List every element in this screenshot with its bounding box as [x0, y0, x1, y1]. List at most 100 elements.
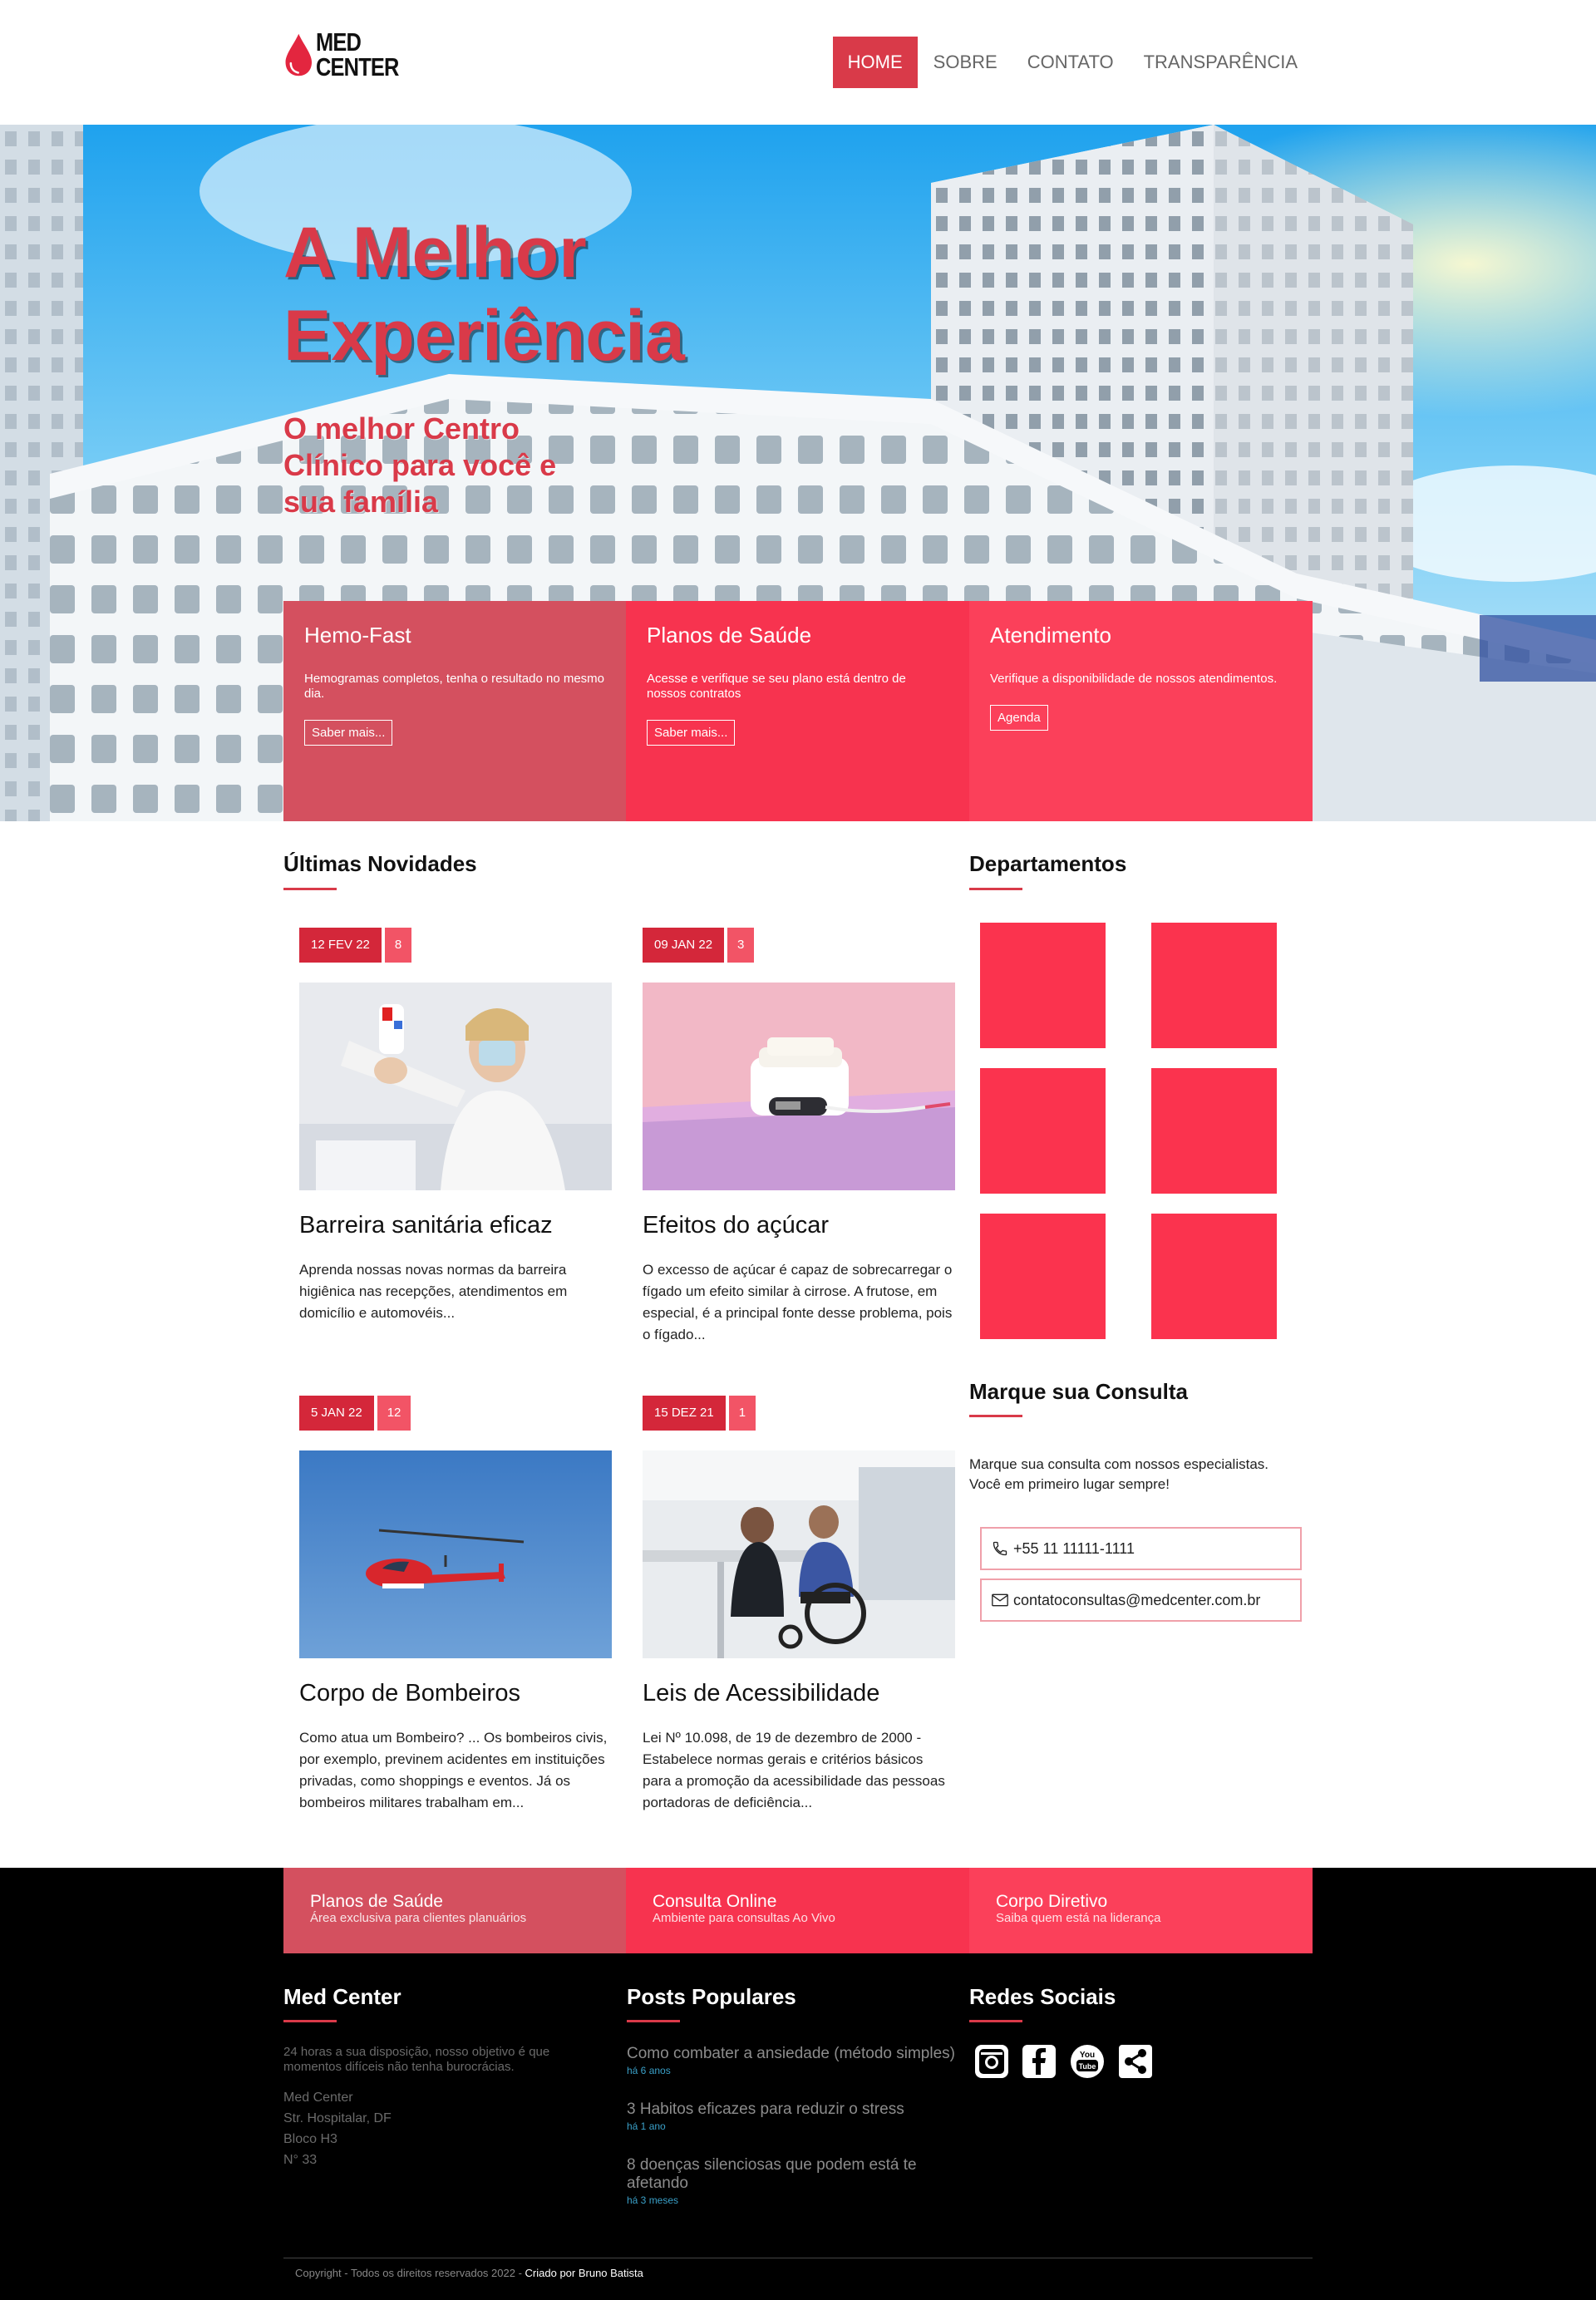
news-comment-count: 8	[384, 928, 412, 963]
department-tile[interactable]	[980, 1214, 1106, 1339]
saber-mais-button[interactable]: Saber mais...	[304, 720, 393, 746]
news-meta: 09 JAN 22 3	[643, 928, 955, 963]
department-tile[interactable]	[980, 923, 1106, 1048]
feature-text: Acesse e verifique se seu plano está den…	[647, 672, 906, 701]
footer-box-subtitle: Área exclusiva para clientes planuários	[310, 1911, 527, 1925]
email-address: contatoconsultas@medcenter.com.br	[1013, 1591, 1261, 1608]
hero-title-line1: A Melhor	[283, 213, 587, 293]
footer-box-corpo-diretivo[interactable]: Corpo Diretivo Saiba quem está na lidera…	[969, 1868, 1313, 1953]
news-comment-count: 1	[728, 1396, 756, 1431]
news-card[interactable]: 5 JAN 22 12 Corpo de Bombeiros Como atua…	[299, 1396, 612, 1814]
credit-link[interactable]: Criado por Bruno Batista	[525, 2267, 643, 2279]
footer-box-consulta-online[interactable]: Consulta Online Ambiente para consultas …	[626, 1868, 969, 1953]
news-excerpt: Aprenda nossas novas normas da barreira …	[299, 1262, 568, 1321]
footer-box-title: Planos de Saúde	[310, 1892, 443, 1911]
consult-text: Marque sua consulta com nossos especiali…	[969, 1456, 1269, 1492]
address-line: Med Center	[283, 2091, 353, 2105]
copyright-notice: Copyright - Todos os direitos reservados…	[295, 2267, 522, 2279]
feature-title: Atendimento	[990, 623, 1111, 648]
popular-post[interactable]: 3 Habitos eficazes para reduzir o stress…	[627, 2101, 959, 2132]
logo-line1: MED	[315, 27, 362, 57]
news-section-title: Últimas Novidades	[283, 851, 477, 876]
site-logo[interactable]: MED CENTER	[283, 20, 416, 90]
nav-home[interactable]: HOME	[832, 37, 918, 88]
news-card[interactable]: 09 JAN 22 3 Efeitos do açúcar O excesso …	[643, 928, 955, 1346]
news-card[interactable]: 15 DEZ 21 1 Leis de Acessibilidade Lei N…	[643, 1396, 955, 1814]
feature-atendimento: Atendimento Verifique a disponibilidade …	[969, 601, 1313, 821]
footer-box-subtitle: Saiba quem está na liderança	[996, 1911, 1161, 1925]
feature-title: Planos de Saúde	[647, 623, 812, 648]
copyright-text: Copyright - Todos os direitos reservados…	[295, 2267, 643, 2279]
instagram-icon[interactable]	[973, 2043, 1010, 2080]
popular-post-title[interactable]: 8 doenças silenciosas que podem está te …	[627, 2156, 959, 2193]
nav-about[interactable]: SOBRE	[919, 37, 1012, 88]
news-image-thermometer[interactable]	[299, 983, 612, 1190]
popular-post-title[interactable]: 3 Habitos eficazes para reduzir o stress	[627, 2101, 959, 2119]
feature-text: Hemogramas completos, tenha o resultado …	[304, 672, 605, 701]
department-tile[interactable]	[1151, 923, 1277, 1048]
consult-section-title: Marque sua Consulta	[969, 1379, 1188, 1404]
popular-post[interactable]: 8 doenças silenciosas que podem está te …	[627, 2156, 959, 2206]
popular-post-date: há 3 meses	[627, 2194, 679, 2206]
footer-about-underline	[283, 2020, 337, 2022]
footer-about-text: 24 horas a sua disposição, nosso objetiv…	[283, 2045, 550, 2074]
nav-transparency[interactable]: TRANSPARÊNCIA	[1129, 37, 1313, 88]
news-meta: 15 DEZ 21 1	[643, 1396, 955, 1431]
saber-mais-button[interactable]: Saber mais...	[647, 720, 736, 746]
news-date-badge: 15 DEZ 21	[643, 1396, 726, 1431]
footer-posts-title: Posts Populares	[627, 1984, 796, 2009]
site-footer: Planos de Saúde Área exclusiva para clie…	[0, 1868, 1596, 2300]
department-tile[interactable]	[1151, 1214, 1277, 1339]
feature-hemo-fast: Hemo-Fast Hemogramas completos, tenha o …	[283, 601, 626, 821]
news-title[interactable]: Efeitos do açúcar	[643, 1212, 955, 1239]
news-card[interactable]: 12 FEV 22 8 Barreira sanitária eficaz Ap…	[299, 928, 612, 1324]
nav-contact[interactable]: CONTATO	[1012, 37, 1129, 88]
logo-text: MED CENTER	[315, 27, 399, 81]
feature-text: Verifique a disponibilidade de nossos at…	[990, 672, 1278, 686]
news-image-wheelchair[interactable]	[643, 1450, 955, 1658]
phone-icon	[993, 1541, 1007, 1556]
popular-post[interactable]: Como combater a ansiedade (método simple…	[627, 2045, 959, 2076]
agenda-button[interactable]: Agenda	[990, 705, 1048, 731]
departments-section-title: Departamentos	[969, 851, 1127, 876]
news-excerpt: O excesso de açúcar é capaz de sobrecarr…	[643, 1262, 953, 1342]
share-icon[interactable]	[1117, 2043, 1154, 2080]
svg-text:Tube: Tube	[1079, 2062, 1096, 2071]
footer-box-title: Consulta Online	[653, 1892, 777, 1911]
department-tile[interactable]	[1151, 1068, 1277, 1194]
consult-title-underline	[969, 1415, 1022, 1417]
hero-subtitle: O melhor Centro Clínico para você e sua …	[283, 411, 557, 519]
footer-box-planos[interactable]: Planos de Saúde Área exclusiva para clie…	[283, 1868, 626, 1953]
news-meta: 12 FEV 22 8	[299, 928, 612, 963]
news-excerpt: Como atua um Bombeiro? ... Os bombeiros …	[299, 1730, 608, 1810]
address-line: Bloco H3	[283, 2132, 337, 2146]
youtube-icon[interactable]: You Tube	[1069, 2043, 1106, 2080]
logo-line2: CENTER	[315, 52, 399, 81]
news-title[interactable]: Corpo de Bombeiros	[299, 1680, 612, 1707]
news-comment-count: 12	[377, 1396, 411, 1431]
news-title[interactable]: Leis de Acessibilidade	[643, 1680, 955, 1707]
news-image-helicopter[interactable]	[299, 1450, 612, 1658]
footer-feature-boxes: Planos de Saúde Área exclusiva para clie…	[283, 1868, 1313, 1953]
news-comment-count: 3	[727, 928, 755, 963]
envelope-icon	[992, 1593, 1008, 1607]
footer-about-title: Med Center	[283, 1984, 401, 2009]
departments-title-underline	[969, 888, 1022, 890]
facebook-icon[interactable]	[1021, 2043, 1057, 2080]
news-date-badge: 5 JAN 22	[299, 1396, 374, 1431]
feature-planos-saude: Planos de Saúde Acesse e verifique se se…	[626, 601, 969, 821]
svg-text:You: You	[1080, 2051, 1095, 2060]
hero-title: A Melhor Experiência	[283, 211, 749, 377]
email-contact[interactable]: contatoconsultas@medcenter.com.br	[980, 1578, 1302, 1622]
popular-post-date: há 6 anos	[627, 2065, 671, 2076]
phone-contact[interactable]: +55 11 11111-1111	[980, 1527, 1302, 1570]
department-tile[interactable]	[980, 1068, 1106, 1194]
address-line: N° 33	[283, 2153, 318, 2167]
site-header: MED CENTER HOME SOBRE CONTATO TRANSPARÊN…	[0, 0, 1596, 125]
popular-post-title[interactable]: Como combater a ansiedade (método simple…	[627, 2045, 959, 2063]
news-title[interactable]: Barreira sanitária eficaz	[299, 1212, 612, 1239]
news-meta: 5 JAN 22 12	[299, 1396, 612, 1431]
feature-boxes: Hemo-Fast Hemogramas completos, tenha o …	[283, 601, 1313, 821]
news-image-sugar[interactable]	[643, 983, 955, 1190]
address-line: Str. Hospitalar, DF	[283, 2111, 392, 2125]
